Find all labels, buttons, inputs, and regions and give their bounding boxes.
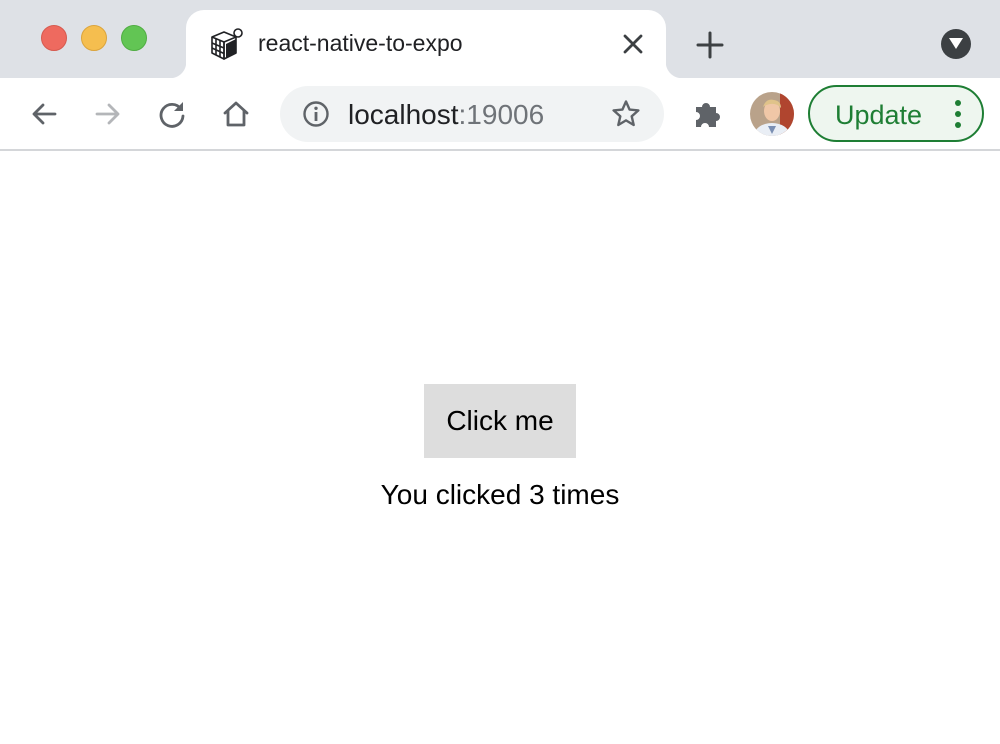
window-close-button[interactable] [41, 25, 67, 51]
puzzle-extension-icon [696, 103, 720, 127]
expo-cube-icon [211, 28, 243, 60]
update-button[interactable]: Update [808, 85, 984, 142]
page-content: Click me You clicked 3 times [0, 153, 1000, 744]
avatar-photo [750, 92, 794, 136]
forward-arrow-icon [95, 103, 120, 125]
reload-icon [159, 102, 185, 128]
click-count-text: You clicked 3 times [380, 479, 620, 510]
url-port: :19006 [458, 99, 545, 130]
url-host: localhost [348, 99, 459, 130]
info-icon[interactable] [302, 100, 330, 128]
reload-button[interactable] [152, 94, 192, 134]
tab-strip: react-native-to-expo [0, 0, 1000, 78]
window-maximize-button[interactable] [121, 25, 147, 51]
home-button[interactable] [216, 94, 256, 134]
close-tab-icon[interactable] [620, 31, 646, 57]
active-tab[interactable]: react-native-to-expo [170, 10, 682, 78]
update-label: Update [835, 100, 923, 130]
tab-title: react-native-to-expo [258, 30, 463, 56]
extensions-button[interactable] [688, 94, 728, 134]
address-bar[interactable]: localhost:19006 [280, 86, 664, 142]
back-button[interactable] [24, 94, 64, 134]
browser-toolbar: localhost:19006 Update [0, 78, 1000, 151]
back-arrow-icon [32, 103, 57, 125]
star-icon[interactable] [610, 98, 642, 130]
home-icon [223, 101, 249, 127]
window-minimize-button[interactable] [81, 25, 107, 51]
click-me-button[interactable]: Click me [424, 384, 576, 458]
kebab-menu-icon[interactable] [948, 97, 968, 131]
tab-search-button[interactable] [941, 29, 971, 59]
new-tab-icon[interactable] [694, 29, 726, 61]
profile-avatar[interactable] [750, 92, 794, 136]
forward-button[interactable] [88, 94, 128, 134]
url-text[interactable]: localhost:19006 [348, 99, 544, 131]
chevron-down-icon [949, 38, 963, 49]
